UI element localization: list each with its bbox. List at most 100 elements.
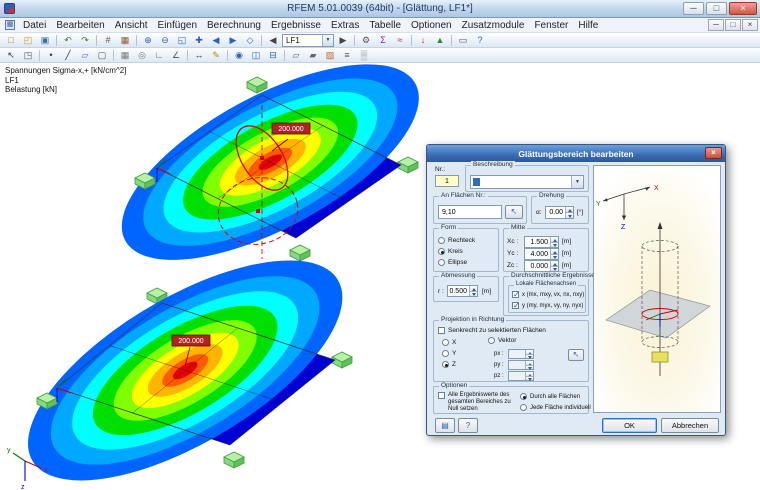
load-case-combo[interactable]: LF1 ▼ xyxy=(282,33,334,47)
angle-icon[interactable]: ∠ xyxy=(168,49,184,62)
section-icon[interactable]: ⊟ xyxy=(265,49,281,62)
cancel-button[interactable]: Abbrechen xyxy=(661,418,719,433)
axes-x-checkbox[interactable]: x (mx, mxy, vx, nx, nxy) xyxy=(512,290,584,299)
beschreibung-combo[interactable]: ▼ xyxy=(470,175,584,189)
pick-surfaces-button[interactable]: ↖ xyxy=(505,205,523,219)
chevron-down-icon[interactable]: ▼ xyxy=(571,176,583,188)
spinner[interactable] xyxy=(550,237,558,247)
flaechen-field[interactable]: 9,10 xyxy=(438,205,502,219)
senkrecht-checkbox[interactable]: Senkrecht zu selektierten Flächen xyxy=(438,327,546,334)
menu-einfuegen[interactable]: Einfügen xyxy=(153,19,202,32)
select-window-icon[interactable]: ◳ xyxy=(20,49,36,62)
option-durch-alle-flaechen[interactable]: Durch alle Flächen xyxy=(520,393,580,400)
pick-vector-button[interactable]: ↖ xyxy=(568,349,584,361)
save-icon[interactable]: ▣ xyxy=(37,34,53,47)
zoom-in-icon[interactable]: ⊕ xyxy=(140,34,156,47)
node-icon[interactable]: • xyxy=(43,49,59,62)
views-icon[interactable]: ◫ xyxy=(248,49,264,62)
alpha-field[interactable]: 0.00 xyxy=(545,206,574,219)
calculation-icon[interactable]: ⚙ xyxy=(358,34,374,47)
redo-icon[interactable]: ↷ xyxy=(77,34,93,47)
restore-button[interactable]: □ xyxy=(706,2,727,15)
menu-fenster[interactable]: Fenster xyxy=(529,19,573,32)
menu-extras[interactable]: Extras xyxy=(326,19,364,32)
surface-icon[interactable]: ▱ xyxy=(77,49,93,62)
dialog-close-button[interactable]: × xyxy=(705,147,722,159)
loads-icon[interactable]: ↓ xyxy=(415,34,431,47)
line-icon[interactable]: ╱ xyxy=(60,49,76,62)
visibility-icon[interactable]: ◉ xyxy=(231,49,247,62)
next-view-icon[interactable]: ▶ xyxy=(225,34,241,47)
mdi-restore-button[interactable]: □ xyxy=(725,19,741,31)
projektion-option-x[interactable]: X xyxy=(442,339,456,346)
axes-y-checkbox[interactable]: y (my, myx, vy, ny, nyx) xyxy=(512,301,583,310)
table-icon[interactable]: ▦ xyxy=(117,34,133,47)
previous-view-icon[interactable]: ◀ xyxy=(208,34,224,47)
menu-datei[interactable]: Datei xyxy=(18,19,51,32)
menu-ergebnisse[interactable]: Ergebnisse xyxy=(266,19,326,32)
support-pad[interactable] xyxy=(223,451,245,469)
form-option-kreis[interactable]: Kreis xyxy=(438,248,463,255)
nr-field[interactable]: 1 xyxy=(435,175,459,187)
chevron-down-icon[interactable]: ▼ xyxy=(322,34,333,46)
spinner[interactable] xyxy=(469,286,477,296)
close-button[interactable]: × xyxy=(729,2,757,15)
dimension-icon[interactable]: ↔ xyxy=(191,49,207,62)
details-button[interactable]: ▤ xyxy=(435,418,455,433)
print-icon[interactable]: ▭ xyxy=(455,34,471,47)
supports-icon[interactable]: ▲ xyxy=(432,34,448,47)
py-field[interactable] xyxy=(508,360,534,370)
ortho-icon[interactable]: ∟ xyxy=(151,49,167,62)
projektion-option-y[interactable]: Y xyxy=(442,350,456,357)
mdi-minimize-button[interactable]: ─ xyxy=(708,19,724,31)
colors-icon[interactable]: ▨ xyxy=(322,49,338,62)
menu-bearbeiten[interactable]: Bearbeiten xyxy=(51,19,109,32)
model-canvas[interactable]: Spannungen Sigma-x,+ [kN/cm^2] LF1 Belas… xyxy=(0,63,760,490)
spinner[interactable] xyxy=(565,207,573,218)
minimize-button[interactable]: ─ xyxy=(683,2,704,15)
menu-berechnung[interactable]: Berechnung xyxy=(202,19,266,32)
isometric-view-icon[interactable]: ◇ xyxy=(242,34,258,47)
dialog-titlebar[interactable]: Glättungsbereich bearbeiten × xyxy=(427,145,725,162)
background-icon[interactable]: ▒ xyxy=(356,49,372,62)
results-icon[interactable]: Σ xyxy=(375,34,391,47)
snap-icon[interactable]: ◎ xyxy=(134,49,150,62)
opening-icon[interactable]: ▢ xyxy=(94,49,110,62)
comment-icon[interactable]: ✎ xyxy=(208,49,224,62)
result-values-icon[interactable]: ≈ xyxy=(392,34,408,47)
zoom-out-icon[interactable]: ⊖ xyxy=(157,34,173,47)
spinner[interactable] xyxy=(525,350,533,359)
open-project-icon[interactable]: ◰ xyxy=(20,34,36,47)
spinner[interactable] xyxy=(550,261,558,271)
spinner[interactable] xyxy=(525,372,533,381)
option-jede-flaeche[interactable]: Jede Fläche individuell xyxy=(520,404,591,411)
form-option-rechteck[interactable]: Rechteck xyxy=(438,237,475,244)
grid-icon[interactable]: ▦ xyxy=(117,49,133,62)
pan-icon[interactable]: ✚ xyxy=(191,34,207,47)
solid-render-icon[interactable]: ▰ xyxy=(305,49,321,62)
surface-top-plate[interactable] xyxy=(69,63,481,294)
projektion-option-z[interactable]: Z xyxy=(442,361,456,368)
yc-field[interactable]: 4.000 xyxy=(524,248,559,260)
wireframe-icon[interactable]: ▱ xyxy=(288,49,304,62)
spinner[interactable] xyxy=(550,249,558,259)
previous-load-case-icon[interactable]: ◀ xyxy=(265,34,281,47)
menu-hilfe[interactable]: Hilfe xyxy=(573,19,603,32)
xc-field[interactable]: 1.500 xyxy=(524,236,559,248)
ok-button[interactable]: OK xyxy=(602,418,657,433)
menu-ansicht[interactable]: Ansicht xyxy=(110,19,153,32)
display-settings-icon[interactable]: ≡ xyxy=(339,49,355,62)
menu-tabelle[interactable]: Tabelle xyxy=(364,19,406,32)
help-icon[interactable]: ? xyxy=(472,34,488,47)
projektion-option-vektor[interactable]: Vektor xyxy=(488,337,516,344)
undo-icon[interactable]: ↶ xyxy=(60,34,76,47)
menu-optionen[interactable]: Optionen xyxy=(406,19,457,32)
pz-field[interactable] xyxy=(508,371,534,381)
zoom-window-icon[interactable]: ◱ xyxy=(174,34,190,47)
support-pad[interactable] xyxy=(289,244,311,262)
select-arrow-icon[interactable]: ↖ xyxy=(3,49,19,62)
spinner[interactable] xyxy=(525,361,533,370)
zc-field[interactable]: 0.000 xyxy=(524,260,559,272)
mdi-close-button[interactable]: × xyxy=(742,19,758,31)
new-document-icon[interactable]: □ xyxy=(3,34,19,47)
